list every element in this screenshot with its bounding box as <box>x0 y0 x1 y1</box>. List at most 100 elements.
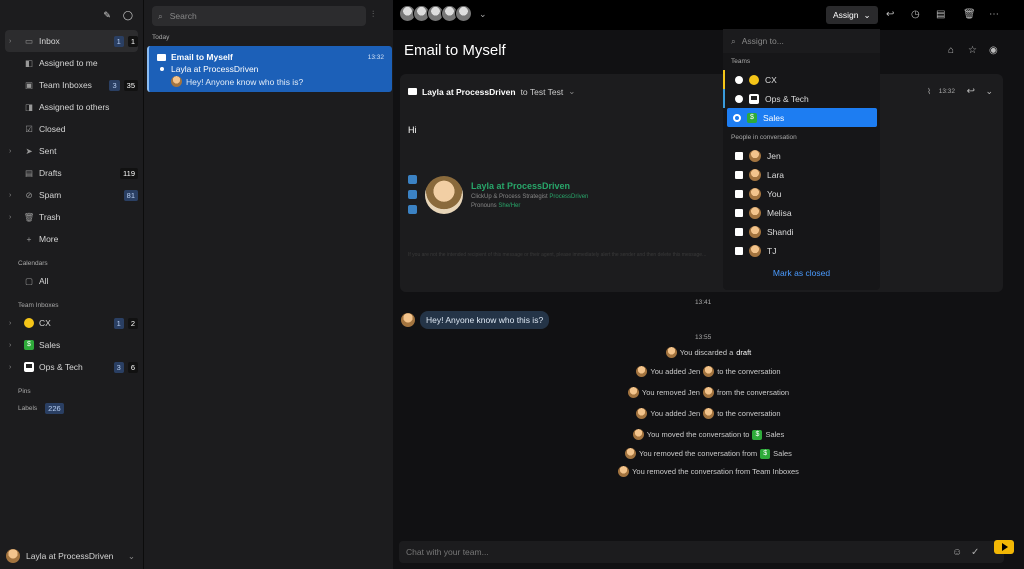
chat-message: Hey! Anyone know who this is? <box>420 311 550 329</box>
participants-avatars[interactable] <box>399 5 472 22</box>
trash-icon[interactable]: 🗑 <box>963 9 976 20</box>
account-switcher[interactable]: Layla at ProcessDriven ⌄ <box>0 543 143 569</box>
avatar <box>749 149 761 162</box>
activity-text: Sales <box>765 430 785 439</box>
sidebar-item-drafts[interactable]: ▤ Drafts 119 <box>5 162 138 184</box>
compose-icon[interactable]: ✎ <box>103 10 111 21</box>
signature-name: Layla at ProcessDriven <box>471 180 571 191</box>
sidebar-item-spam[interactable]: › ⊘ Spam 81 <box>5 184 138 206</box>
sidebar-item-label: Spam <box>39 190 62 200</box>
chevron-down-icon[interactable]: ⌄ <box>985 86 993 97</box>
count-badge: 81 <box>123 189 138 201</box>
sidebar-item-trash[interactable]: › 🗑 Trash <box>5 206 138 228</box>
chevron-right-icon[interactable]: › <box>9 214 11 221</box>
facebook-icon[interactable] <box>408 205 417 214</box>
reply-icon[interactable]: ↩ <box>967 86 975 97</box>
team-option-ops-tech[interactable]: Ops & Tech <box>723 89 880 108</box>
sidebar-nav: › ▭ Inbox 1 1 ◧ Assigned to me ▣ Team Inboxes 3 35… <box>0 30 143 250</box>
search-input[interactable]: ⌕ Search <box>152 6 366 26</box>
sidebar-teams: › CX 1 2 › $ Sales › Ops & Tech 3 6 <box>0 312 143 378</box>
activity-target[interactable]: draft <box>736 348 751 357</box>
reply-icon[interactable]: ↩ <box>886 9 894 20</box>
radio[interactable] <box>735 75 743 84</box>
checkbox[interactable] <box>735 246 743 255</box>
sidebar-item-sent[interactable]: › ➤ Sent <box>5 140 138 162</box>
emoji-icon[interactable]: ☺ <box>952 547 962 558</box>
person-option-you[interactable]: You <box>723 184 880 203</box>
checkbox[interactable] <box>735 189 743 198</box>
people-heading: People in conversation <box>731 134 797 141</box>
checkbox[interactable] <box>735 151 743 160</box>
sidebar-item-label: All <box>39 276 49 286</box>
assign-dropdown: ⌕ Assign to... Teams CX Ops & Tech $ Sal… <box>723 29 880 290</box>
archive-icon[interactable]: ▤ <box>936 9 945 20</box>
assign-search-input[interactable]: ⌕ Assign to... <box>723 29 880 53</box>
person-option-shandi[interactable]: Shandi <box>723 222 880 241</box>
team-icon-slot: $ <box>24 340 34 350</box>
labels-heading: Labels <box>18 404 38 412</box>
checkbox[interactable] <box>735 208 743 217</box>
chat-bubble-icon[interactable]: ◯ <box>123 10 133 21</box>
chevron-right-icon[interactable]: › <box>9 342 11 349</box>
sidebar-item-inbox[interactable]: › ▭ Inbox 1 1 <box>5 30 138 52</box>
tag-icon[interactable]: ⌂ <box>948 45 954 56</box>
snooze-clock-icon[interactable]: ◷ <box>911 9 920 20</box>
sidebar: ✎ ◯ › ▭ Inbox 1 1 ◧ Assigned to me ▣ Team Inboxe… <box>0 0 143 569</box>
person-option-melisa[interactable]: Melisa <box>723 203 880 222</box>
chevron-right-icon[interactable]: › <box>9 320 11 327</box>
team-option-label: Ops & Tech <box>765 93 809 104</box>
team-chat-input[interactable]: Chat with your team... <box>399 541 1004 563</box>
youtube-icon[interactable] <box>408 175 417 184</box>
sidebar-item-label: Assigned to me <box>39 58 98 68</box>
avatar <box>702 387 714 398</box>
check-circle-icon[interactable]: ✓ <box>971 547 979 558</box>
more-icon[interactable]: ⋯ <box>989 9 999 20</box>
team-option-cx[interactable]: CX <box>723 70 880 89</box>
person-option-tj[interactable]: TJ <box>723 241 880 260</box>
labels-row[interactable]: Labels 226 <box>0 398 143 418</box>
chevron-down-icon[interactable]: ⌄ <box>479 9 487 20</box>
person-option-label: Lara <box>767 169 785 180</box>
activity-item: You removed Jen from the conversation <box>393 387 1024 398</box>
sidebar-team-ops-tech[interactable]: › Ops & Tech 3 6 <box>5 356 138 378</box>
radio[interactable] <box>733 113 741 122</box>
sidebar-item-more[interactable]: + More <box>5 228 138 250</box>
activity-item: You removed the conversation from Team I… <box>393 466 1024 477</box>
chevron-down-icon[interactable]: ⌄ <box>568 86 575 97</box>
chevron-right-icon[interactable]: › <box>9 148 11 155</box>
sidebar-team-sales[interactable]: › $ Sales <box>5 334 138 356</box>
chevron-right-icon[interactable]: › <box>9 38 11 45</box>
count-badge: 2 <box>127 317 138 329</box>
chevron-right-icon[interactable]: › <box>9 364 11 371</box>
sidebar-item-assigned-to-me[interactable]: ◧ Assigned to me <box>5 52 138 74</box>
search-icon: ⌕ <box>731 35 736 46</box>
filter-icon[interactable]: ⫶ <box>372 9 374 20</box>
conversation-preview: Hey! Anyone know who this is? <box>186 76 304 87</box>
star-icon[interactable]: ☆ <box>968 45 977 56</box>
person-option-lara[interactable]: Lara <box>723 165 880 184</box>
assign-button[interactable]: Assign ⌄ <box>826 6 878 24</box>
sidebar-item-team-inboxes[interactable]: ▣ Team Inboxes 3 35 <box>5 74 138 96</box>
checkbox[interactable] <box>735 227 743 236</box>
sidebar-item-assigned-to-others[interactable]: ◨ Assigned to others <box>5 96 138 118</box>
conversation-item[interactable]: Email to Myself 13:32 Layla at ProcessDr… <box>147 46 392 92</box>
checkbox[interactable] <box>735 170 743 179</box>
team-option-sales[interactable]: $ Sales <box>727 108 877 127</box>
email-signature: Layla at ProcessDriven ClickUp & Process… <box>408 175 588 214</box>
eye-icon[interactable]: ◉ <box>989 45 998 56</box>
sidebar-item-closed[interactable]: ☑ Closed <box>5 118 138 140</box>
radio[interactable] <box>735 94 743 103</box>
sidebar-item-label: Sent <box>39 146 57 156</box>
search-placeholder: Search <box>169 11 197 21</box>
chevron-right-icon[interactable]: › <box>9 192 11 199</box>
assigned-icon: ◧ <box>24 57 34 68</box>
mark-as-closed-button[interactable]: Mark as closed <box>723 268 880 278</box>
team-inboxes-heading: Team Inboxes <box>18 302 59 309</box>
avatar <box>749 244 761 257</box>
instagram-icon[interactable] <box>408 190 417 199</box>
count-badge: 1 <box>113 35 124 47</box>
email-icon <box>157 53 166 61</box>
sidebar-team-cx[interactable]: › CX 1 2 <box>5 312 138 334</box>
sidebar-item-calendars-all[interactable]: ▢ All <box>5 270 138 292</box>
person-option-jen[interactable]: Jen <box>723 146 880 165</box>
